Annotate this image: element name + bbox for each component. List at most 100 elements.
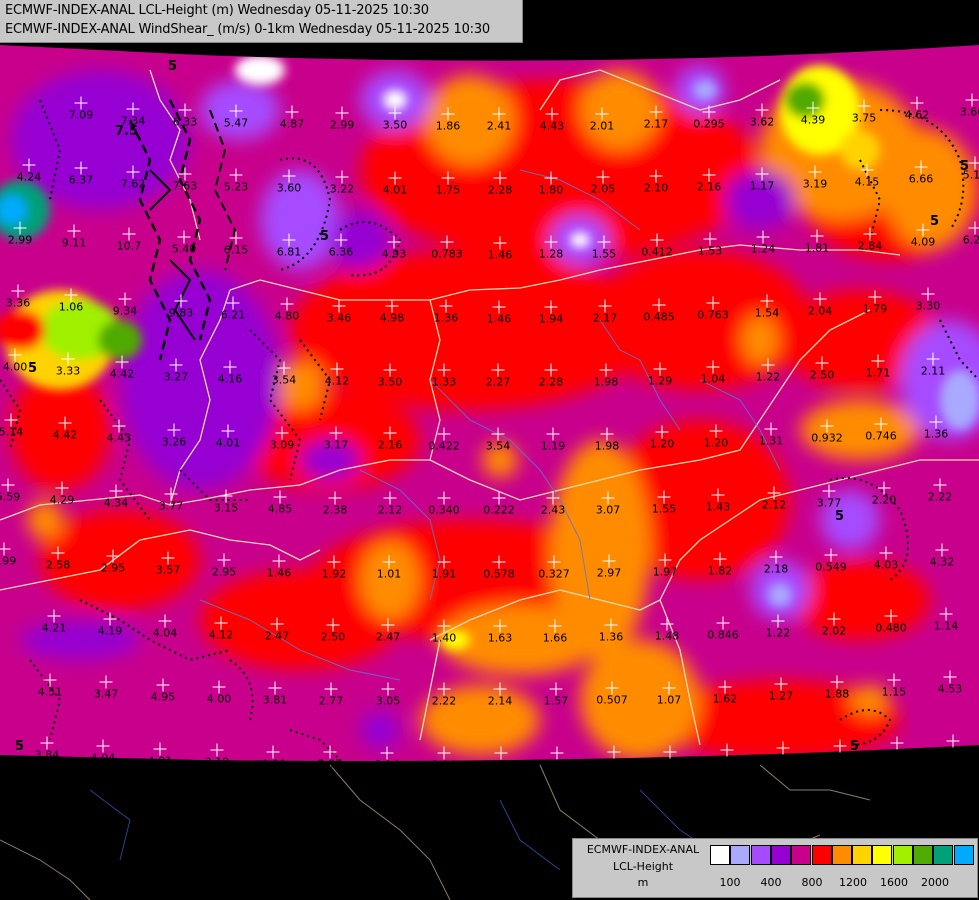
station-value: 3.50 [382,118,408,132]
station-value: 4.93 [381,247,407,261]
station-value: 1.86 [435,119,461,133]
station-value: 3.30 [915,299,941,313]
legend-tick-label: 100 [719,876,741,889]
station-value: 2.38 [322,503,348,517]
station-value: 2.50 [809,368,835,382]
station-value: 2.28 [487,183,513,197]
station-value: 4.01 [215,436,241,450]
station-value: 4.43 [539,119,565,133]
station-value: 1.63 [487,631,513,645]
station-value: 4.16 [217,372,243,386]
svg-text:5: 5 [28,361,37,376]
station-value: 0.480 [875,621,907,635]
legend-swatch [892,845,913,865]
station-value: 1.54 [754,306,780,320]
station-value: 1.04 [544,758,570,772]
station-value: 7.34 [120,114,146,128]
station-value: 3.75 [851,111,877,125]
station-value: 0.846 [707,628,739,642]
station-value: 2.01 [589,119,615,133]
station-value: 1.46 [266,566,292,580]
station-value: 2.97 [317,757,343,771]
station-value: 1.22 [765,626,791,640]
color-legend: ECMWF-INDEX-ANAL LCL-Height m 100 400 800 1… [572,838,978,898]
station-value: 6.81 [276,245,302,259]
station-value: 2.41 [486,119,512,133]
legend-swatch [913,845,933,865]
station-value: 1.82 [707,564,733,578]
station-value: 3.26 [161,435,187,449]
station-value: 1.20 [703,436,729,450]
station-value: 3.15 [213,501,239,515]
station-value: 1.98 [593,375,619,389]
station-value: 5.14 [0,425,24,439]
station-value: 7.62 [120,177,146,191]
station-value: 0.422 [428,439,460,453]
station-value: 2.10 [643,181,669,195]
station-value: 0.783 [431,247,463,261]
station-value: 2.20 [871,493,897,507]
svg-text:5: 5 [15,739,24,754]
legend-swatch [710,845,730,865]
legend-swatch [791,845,812,865]
station-value: 1.28 [538,247,564,261]
station-value: 3.77 [816,496,842,510]
station-value: 4.29 [49,493,75,507]
station-value: 1.27 [768,689,794,703]
station-value: 4.43 [106,431,132,445]
station-value: 4.04 [90,751,116,765]
station-value: 2.19 [204,755,230,769]
station-value: 9.11 [61,236,87,250]
station-value: 4.42 [109,367,135,381]
station-value: 1.46 [487,248,513,262]
station-value: 6.33 [172,115,198,129]
station-value: 1.98 [594,439,620,453]
station-value: 2.58 [45,558,71,572]
station-value: 4.04 [152,626,178,640]
station-value: 1.80 [538,183,564,197]
station-value: 1.88 [824,687,850,701]
station-value: 2.04 [807,304,833,318]
station-value: 4.00 [2,360,28,374]
station-value: 2.06 [827,751,853,765]
legend-tick-label: 1200 [839,876,867,889]
legend-swatch [770,845,791,865]
station-value: 1.43 [705,500,731,514]
station-value: 4.24 [16,170,42,184]
station-value: 2.77 [318,694,344,708]
station-value: 2.16 [696,180,722,194]
station-value: 1.91 [431,567,457,581]
station-value: 5.40 [171,242,197,256]
station-value: 1.46 [486,312,512,326]
station-value: 5.47 [223,116,249,130]
station-value: 1.31 [758,434,784,448]
station-value: 3.27 [163,370,189,384]
svg-text:5: 5 [930,214,939,229]
station-value: 3.04 [884,748,910,762]
station-value: 1.03 [770,753,796,767]
lcl-field [0,45,979,761]
station-value: 1.71 [865,366,891,380]
station-value: 2.18 [763,562,789,576]
legend-swatch [730,845,751,865]
station-value: 2.16 [431,758,457,772]
station-value: 3.66 [959,105,979,119]
legend-swatch [933,845,954,865]
station-value: 6.22 [962,233,979,247]
legend-swatch [852,845,873,865]
station-value: 2.47 [375,630,401,644]
station-value: 4.15 [854,175,880,189]
station-value: 0.327 [538,567,570,581]
station-value: 6.21 [220,308,246,322]
station-value: 4.39 [800,113,826,127]
header-line-lcl: ECMWF-INDEX-ANAL LCL-Height (m) Wednesda… [5,3,429,18]
station-value: 7.09 [68,108,94,122]
station-value: 3.54 [485,439,511,453]
station-value: 1.53 [697,244,723,258]
station-value: 3.60 [276,181,302,195]
station-value: 3.19 [802,177,828,191]
station-value: 1.04 [700,372,726,386]
station-value: 1.17 [749,179,775,193]
station-value: 2.17 [592,311,618,325]
station-value: 2.95 [211,565,237,579]
